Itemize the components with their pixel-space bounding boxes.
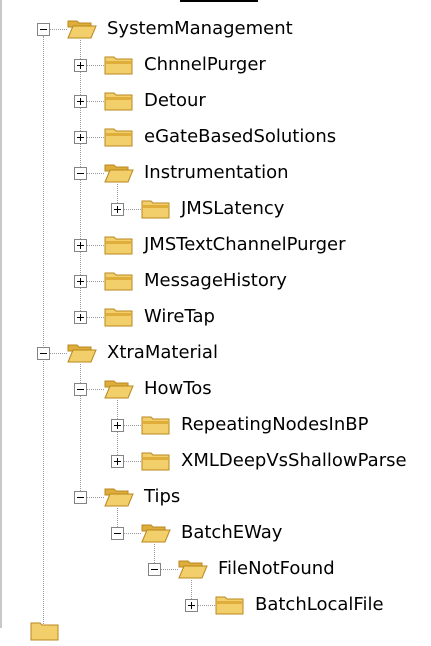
tree-node[interactable]: FileNotFound (0, 554, 431, 584)
folder-open-icon (104, 378, 134, 400)
tree-node-label: Detour (144, 90, 206, 111)
tree-node-label: ChnnelPurger (144, 54, 266, 75)
tree-node[interactable]: JMSTextChannelPurger (0, 230, 431, 260)
tree-node-label: BatchLocalFile (255, 594, 384, 615)
tree-node-label: Instrumentation (144, 162, 289, 183)
collapse-toggle-icon[interactable] (74, 167, 87, 180)
tree-node-label: HowTos (144, 378, 212, 399)
folder-closed-icon (141, 414, 171, 436)
folder-open-icon (67, 18, 97, 40)
folder-open-icon (104, 486, 134, 508)
tree-node-label: XMLDeepVsShallowParse (181, 450, 407, 471)
folder-closed-icon (104, 306, 134, 328)
tree-node[interactable]: Detour (0, 86, 431, 116)
collapse-toggle-icon[interactable] (37, 347, 50, 360)
folder-closed-icon (215, 594, 245, 616)
tree-node-label: JMSLatency (181, 198, 285, 219)
tree-node[interactable]: RepeatingNodesInBP (0, 410, 431, 440)
tree-node[interactable]: JMSLatency (0, 194, 431, 224)
collapse-toggle-icon[interactable] (74, 383, 87, 396)
folder-closed-icon (104, 126, 134, 148)
tree-node-label: FileNotFound (218, 558, 335, 579)
tree-node-label: MessageHistory (144, 270, 287, 291)
expand-toggle-icon[interactable] (185, 599, 198, 612)
folder-closed-icon (30, 620, 60, 642)
tree-node[interactable]: BatchLocalFile (0, 590, 431, 620)
folder-open-icon (178, 558, 208, 580)
collapse-toggle-icon[interactable] (74, 491, 87, 504)
tree-node[interactable]: HowTos (0, 374, 431, 404)
collapse-toggle-icon[interactable] (111, 527, 124, 540)
folder-open-icon (141, 522, 171, 544)
folder-closed-icon (141, 198, 171, 220)
folder-closed-icon (104, 90, 134, 112)
expand-toggle-icon[interactable] (74, 131, 87, 144)
expand-toggle-icon[interactable] (111, 455, 124, 468)
tree-node[interactable]: ChnnelPurger (0, 50, 431, 80)
tree-node-label: BatchEWay (181, 522, 283, 543)
tree-node[interactable]: eGateBasedSolutions (0, 122, 431, 152)
folder-closed-icon (104, 234, 134, 256)
collapse-toggle-icon[interactable] (37, 23, 50, 36)
top-rule (180, 0, 258, 2)
expand-toggle-icon[interactable] (74, 239, 87, 252)
tree-node[interactable]: XMLDeepVsShallowParse (0, 446, 431, 476)
tree-node[interactable]: MessageHistory (0, 266, 431, 296)
tree-node-label: SystemManagement (107, 18, 293, 39)
folder-closed-icon (104, 270, 134, 292)
expand-toggle-icon[interactable] (74, 95, 87, 108)
expand-toggle-icon[interactable] (111, 203, 124, 216)
expand-toggle-icon[interactable] (111, 419, 124, 432)
tree-node-label: Tips (144, 486, 181, 507)
expand-toggle-icon[interactable] (74, 311, 87, 324)
tree-node[interactable]: Tips (0, 482, 431, 512)
expand-toggle-icon[interactable] (74, 275, 87, 288)
folder-open-icon (67, 342, 97, 364)
tree-node[interactable]: WireTap (0, 302, 431, 332)
folder-closed-icon (104, 54, 134, 76)
tree-node[interactable]: XtraMaterial (0, 338, 431, 368)
tree-node-label: WireTap (144, 306, 215, 327)
folder-open-icon (104, 162, 134, 184)
collapse-toggle-icon[interactable] (148, 563, 161, 576)
folder-closed-icon (141, 450, 171, 472)
tree-node[interactable]: Instrumentation (0, 158, 431, 188)
tree-node-label: XtraMaterial (107, 342, 218, 363)
tree-node-label: JMSTextChannelPurger (144, 234, 346, 255)
tree-node[interactable]: SystemManagement (0, 14, 431, 44)
expand-toggle-icon[interactable] (74, 59, 87, 72)
tree-node-label: RepeatingNodesInBP (181, 414, 369, 435)
tree-node[interactable]: BatchEWay (0, 518, 431, 548)
tree-node-label: eGateBasedSolutions (144, 126, 337, 147)
